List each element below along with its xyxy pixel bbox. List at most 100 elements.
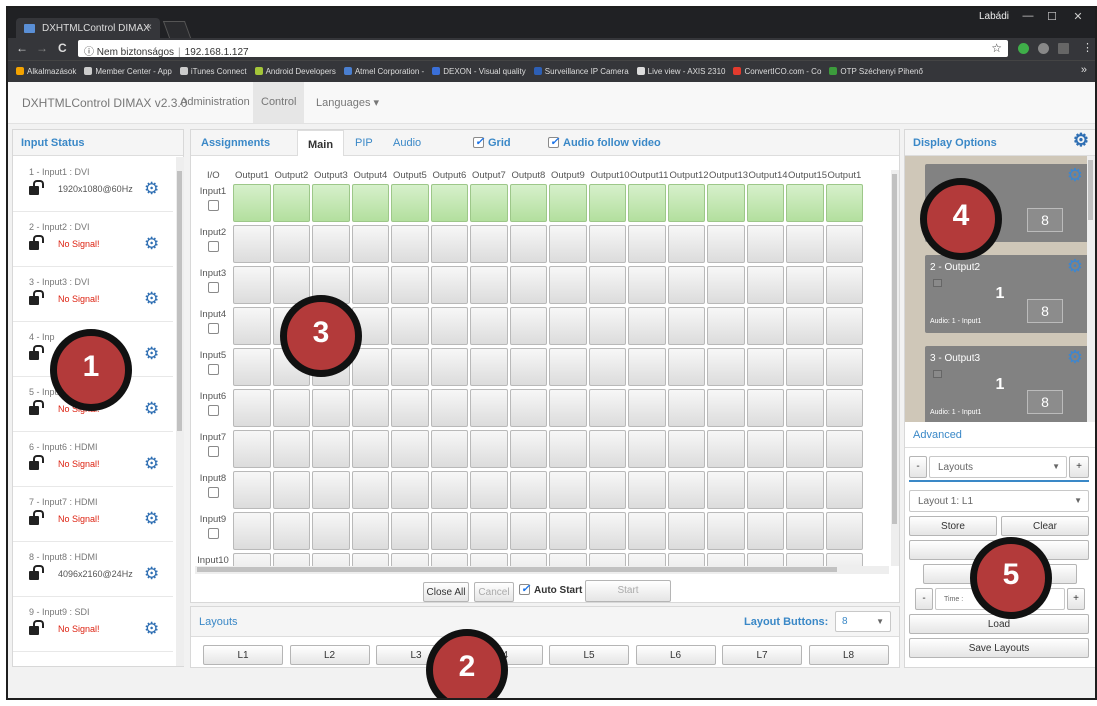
crosspoint-cell[interactable] <box>312 184 350 222</box>
crosspoint-cell[interactable] <box>351 389 389 427</box>
crosspoint-cell[interactable] <box>272 225 310 263</box>
input-settings-gear-icon[interactable]: ⚙ <box>144 289 159 309</box>
auto-start-checkbox[interactable] <box>519 582 530 595</box>
crosspoint-cell[interactable] <box>549 307 587 345</box>
crosspoint-cell[interactable] <box>470 184 508 222</box>
output-lock-icon[interactable] <box>933 370 942 378</box>
input-row-checkbox[interactable] <box>207 487 219 498</box>
crosspoint-cell[interactable] <box>233 307 271 345</box>
crosspoint-cell[interactable] <box>351 512 389 550</box>
input-list[interactable]: 1 - Input1 : DVI 1920x1080@60Hz ⚙ 2 - Input… <box>13 157 175 666</box>
nav-languages[interactable]: Languages ▾ <box>316 96 379 109</box>
output-card-gear-icon[interactable]: ⚙ <box>1067 165 1083 186</box>
crosspoint-cell[interactable] <box>667 307 705 345</box>
crosspoint-cell[interactable] <box>233 553 271 566</box>
crosspoint-cell[interactable] <box>588 348 626 386</box>
crosspoint-cell[interactable] <box>470 266 508 304</box>
back-icon[interactable]: ← <box>16 41 28 55</box>
crosspoint-cell[interactable] <box>233 348 271 386</box>
crosspoint-cell[interactable] <box>549 512 587 550</box>
display-options-scroll-thumb[interactable] <box>1088 160 1093 220</box>
crosspoint-cell[interactable] <box>628 184 666 222</box>
crosspoint-cell[interactable] <box>391 184 429 222</box>
crosspoint-cell[interactable] <box>628 553 666 566</box>
save-layouts-button[interactable]: Save Layouts <box>909 638 1089 658</box>
crosspoint-cell[interactable] <box>233 184 271 222</box>
input-list-scrollbar[interactable] <box>176 157 184 666</box>
crosspoint-cell[interactable] <box>351 471 389 509</box>
crosspoint-cell[interactable] <box>391 430 429 468</box>
audio-follow-toggle[interactable]: Audio follow video <box>548 135 661 149</box>
crosspoint-cell[interactable] <box>470 430 508 468</box>
crosspoint-cell[interactable] <box>509 430 547 468</box>
crosspoint-cell[interactable] <box>825 348 863 386</box>
crosspoint-cell[interactable] <box>667 512 705 550</box>
input-row-checkbox[interactable] <box>207 364 219 375</box>
input-row-checkbox[interactable] <box>207 282 219 293</box>
matrix-scrollbar-v[interactable] <box>891 170 899 566</box>
crosspoint-cell[interactable] <box>786 471 824 509</box>
crosspoint-cell[interactable] <box>549 430 587 468</box>
layout-select[interactable]: Layout 1: L1 ▼ <box>909 490 1089 512</box>
crosspoint-cell[interactable] <box>233 512 271 550</box>
crosspoint-cell[interactable] <box>746 225 784 263</box>
crosspoint-cell[interactable] <box>509 266 547 304</box>
output-layer-box[interactable]: 8 <box>1027 208 1063 232</box>
bookmark-star-icon[interactable]: ☆ <box>991 41 1002 55</box>
crosspoint-cell[interactable] <box>588 225 626 263</box>
nav-control[interactable]: Control <box>253 82 305 123</box>
input-list-scroll-thumb[interactable] <box>177 171 182 431</box>
crosspoint-cell[interactable] <box>825 184 863 222</box>
crosspoint-cell[interactable] <box>786 430 824 468</box>
bookmark-item[interactable]: iTunes Connect <box>179 67 247 76</box>
lock-icon[interactable] <box>29 455 44 470</box>
crosspoint-cell[interactable] <box>509 348 547 386</box>
minimize-button[interactable]: — <box>1017 10 1039 26</box>
app-brand[interactable]: DXHTMLControl DIMAX v2.3.0 <box>22 96 187 110</box>
crosspoint-cell[interactable] <box>233 266 271 304</box>
crosspoint-cell[interactable] <box>351 430 389 468</box>
input-row-checkbox[interactable] <box>207 323 219 334</box>
crosspoint-cell[interactable] <box>470 512 508 550</box>
store-button[interactable]: Store <box>909 516 997 536</box>
input-settings-gear-icon[interactable]: ⚙ <box>144 179 159 199</box>
browser-tab[interactable]: DXHTMLControl DIMAX × <box>16 18 160 38</box>
crosspoint-cell[interactable] <box>509 184 547 222</box>
audio-follow-checkbox[interactable] <box>548 135 559 148</box>
output-card-gear-icon[interactable]: ⚙ <box>1067 347 1083 368</box>
crosspoint-cell[interactable] <box>391 348 429 386</box>
grid-toggle[interactable]: Grid <box>473 135 511 149</box>
input-row-checkbox[interactable] <box>207 446 219 457</box>
crosspoint-cell[interactable] <box>628 430 666 468</box>
layout-button[interactable]: L8 <box>808 645 889 665</box>
bookmark-item[interactable]: DEXON - Visual quality <box>432 67 526 76</box>
crosspoint-cell[interactable] <box>430 430 468 468</box>
crosspoint-cell[interactable] <box>746 553 784 566</box>
maximize-button[interactable]: ☐ <box>1041 10 1063 26</box>
tab-pip[interactable]: PIP <box>355 137 373 149</box>
crosspoint-cell[interactable] <box>272 184 310 222</box>
crosspoint-cell[interactable] <box>628 307 666 345</box>
crosspoint-cell[interactable] <box>786 389 824 427</box>
crosspoint-cell[interactable] <box>549 348 587 386</box>
crosspoint-cell[interactable] <box>233 225 271 263</box>
crosspoint-cell[interactable] <box>312 512 350 550</box>
crosspoint-cell[interactable] <box>391 512 429 550</box>
crosspoint-cell[interactable] <box>430 553 468 566</box>
crosspoint-cell[interactable] <box>825 430 863 468</box>
crosspoint-cell[interactable] <box>707 430 745 468</box>
close-window-button[interactable]: ✕ <box>1067 10 1089 26</box>
crosspoint-cell[interactable] <box>509 512 547 550</box>
crosspoint-cell[interactable] <box>470 471 508 509</box>
bookmark-item[interactable]: OTP Széchenyi Pihenő <box>829 67 923 76</box>
crosspoint-cell[interactable] <box>509 553 547 566</box>
crosspoint-cell[interactable] <box>351 553 389 566</box>
crosspoint-cell[interactable] <box>628 225 666 263</box>
extension-grid-icon[interactable] <box>1058 43 1069 54</box>
crosspoint-cell[interactable] <box>667 430 705 468</box>
output-card[interactable]: 2 - Output2 ⚙ 1 8 Audio: 1 - Input1 <box>925 255 1087 333</box>
crosspoint-cell[interactable] <box>272 430 310 468</box>
input-settings-gear-icon[interactable]: ⚙ <box>144 399 159 419</box>
bookmark-item[interactable]: Alkalmazások <box>16 67 76 76</box>
lock-icon[interactable] <box>29 290 44 305</box>
